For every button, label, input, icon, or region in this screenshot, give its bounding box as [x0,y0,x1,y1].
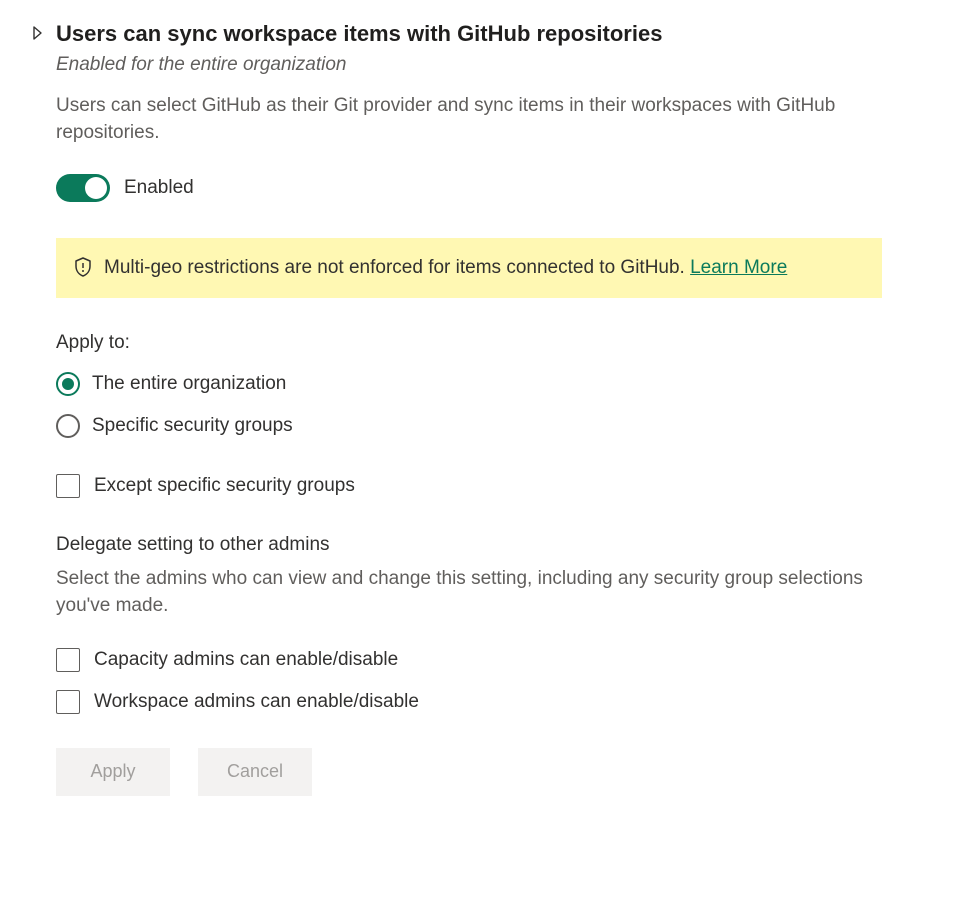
setting-title: Users can sync workspace items with GitH… [56,20,926,49]
banner-learn-more-link[interactable]: Learn More [690,257,787,278]
radio-specific-groups[interactable]: Specific security groups [56,414,926,438]
expand-caret-column [30,20,56,45]
settings-panel: Users can sync workspace items with GitH… [0,0,956,898]
setting-content: Users can sync workspace items with GitH… [56,20,926,796]
setting-row: Users can sync workspace items with GitH… [30,20,926,796]
shield-warning-icon [74,254,92,282]
setting-status-subtitle: Enabled for the entire organization [56,53,926,78]
radio-icon [56,414,80,438]
banner-message: Multi-geo restrictions are not enforced … [104,257,690,278]
apply-to-label: Apply to: [56,332,926,354]
toggle-knob [85,177,107,199]
cancel-button[interactable]: Cancel [198,748,312,796]
setting-description: Users can select GitHub as their Git pro… [56,93,876,146]
expand-caret-icon[interactable] [30,26,44,40]
delegate-description: Select the admins who can view and chang… [56,566,876,619]
checkbox-icon [56,690,80,714]
capacity-admins-checkbox-row[interactable]: Capacity admins can enable/disable [56,648,926,672]
radio-icon [56,372,80,396]
checkbox-icon [56,474,80,498]
info-banner: Multi-geo restrictions are not enforced … [56,238,882,298]
enabled-toggle[interactable] [56,174,110,202]
enabled-toggle-row: Enabled [56,174,926,202]
delegate-heading: Delegate setting to other admins [56,534,926,556]
workspace-admins-label: Workspace admins can enable/disable [94,691,419,713]
radio-entire-org[interactable]: The entire organization [56,372,926,396]
capacity-admins-label: Capacity admins can enable/disable [94,649,398,671]
apply-button[interactable]: Apply [56,748,170,796]
action-buttons: Apply Cancel [56,748,926,796]
workspace-admins-checkbox-row[interactable]: Workspace admins can enable/disable [56,690,926,714]
checkbox-icon [56,648,80,672]
except-groups-label: Except specific security groups [94,475,355,497]
banner-text: Multi-geo restrictions are not enforced … [104,254,787,282]
enabled-toggle-label: Enabled [124,177,194,199]
radio-entire-org-label: The entire organization [92,373,286,395]
except-groups-checkbox-row[interactable]: Except specific security groups [56,474,926,498]
radio-specific-groups-label: Specific security groups [92,415,293,437]
